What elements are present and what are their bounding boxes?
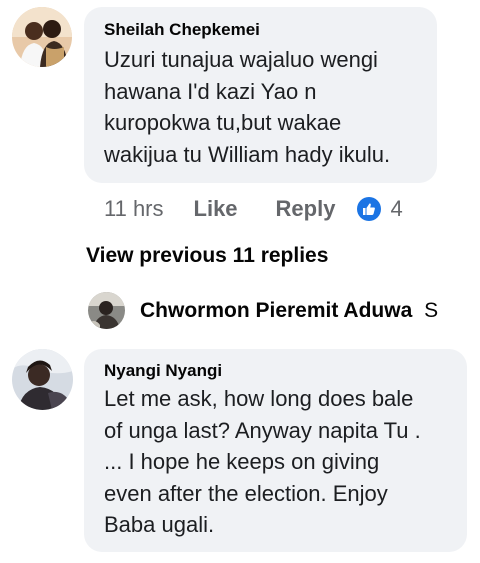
reply-preview-author-name: Chwormon Pieremit Aduwa: [140, 299, 413, 322]
reply-button[interactable]: Reply: [276, 196, 336, 222]
like-thumb-icon[interactable]: [357, 197, 382, 221]
reply-preview-author[interactable]: Chwormon Pieremit Aduwa S: [140, 299, 438, 323]
comment-line: Uzuri tunajua wajaluo wengi: [104, 47, 378, 72]
profile-photo: [88, 292, 125, 329]
comment-timestamp[interactable]: 11 hrs: [104, 196, 164, 222]
avatar-sheilah-chepkemei[interactable]: [12, 7, 72, 67]
comment-line: even after the election. Enjoy: [104, 480, 388, 506]
comment-line: wakijua tu William hady ikulu.: [104, 141, 391, 167]
profile-photo: [12, 7, 72, 67]
comment-author[interactable]: Sheilah Chepkemei: [104, 20, 260, 40]
comment-line: Baba ugali.: [104, 512, 215, 537]
comment-text: Let me ask, how long does bale of unga l…: [104, 383, 421, 541]
reply-preview-truncated-text: S: [424, 299, 439, 322]
avatar-chwormon-pieremit-aduwa[interactable]: [88, 292, 125, 329]
avatar-nyangi-nyangi[interactable]: [12, 349, 73, 410]
profile-photo: [12, 349, 73, 410]
comment-line: hawana I'd kazi Yao n: [104, 78, 317, 104]
comment-line: of unga last? Anyway napita Tu .: [104, 417, 421, 443]
comment-actions: 11 hrs Like Reply 4: [104, 195, 403, 223]
comment-line: kuropokwa tu,but wakae: [104, 110, 342, 135]
comment-text: Uzuri tunajua wajaluo wengi hawana I'd k…: [104, 44, 390, 170]
comment-line: ... I hope he keeps on giving: [104, 449, 380, 474]
reaction-count[interactable]: 4: [390, 196, 402, 222]
view-previous-replies-link[interactable]: View previous 11 replies: [86, 244, 328, 268]
comment-line: Let me ask, how long does bale: [104, 386, 414, 411]
like-button[interactable]: Like: [194, 196, 238, 222]
comment-author[interactable]: Nyangi Nyangi: [104, 361, 222, 381]
